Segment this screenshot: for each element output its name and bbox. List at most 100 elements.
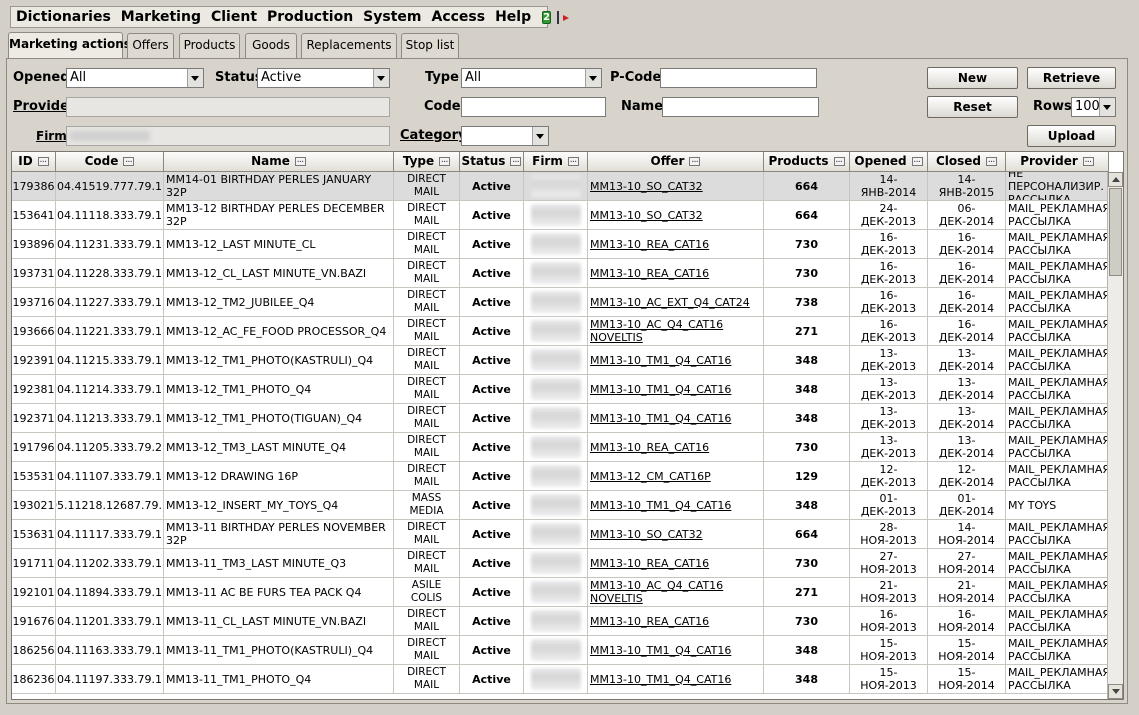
cell-offer[interactable]: MM13-10_REA_CAT16 <box>588 259 764 288</box>
column-filter-icon[interactable]: ... <box>123 157 135 166</box>
cell-offer[interactable]: MM13-10_TM1_Q4_CAT16 <box>588 665 764 694</box>
column-header-closed[interactable]: Closed... <box>928 152 1006 172</box>
vertical-scrollbar[interactable] <box>1107 172 1123 699</box>
table-row[interactable]: 186236 04.11197.333.79.1 MM13-11_TM1_PHOTO… <box>12 665 1109 694</box>
cell-offer[interactable]: MM13-10_REA_CAT16 <box>588 230 764 259</box>
exit-icon[interactable] <box>557 10 570 24</box>
cell-firm <box>524 636 588 665</box>
menu-system[interactable]: System <box>358 9 426 25</box>
category-select[interactable] <box>461 126 549 146</box>
table-row[interactable]: 193021 05.11218.12687.79.1 MM13-12_INSERT_… <box>12 491 1109 520</box>
table-row[interactable]: 192391 04.11215.333.79.1 MM13-12_TM1_PHOTO… <box>12 346 1109 375</box>
new-button[interactable]: New <box>927 67 1018 89</box>
table-row[interactable]: 193731 04.11228.333.79.1 MM13-12_CL_LAST M… <box>12 259 1109 288</box>
table-row[interactable]: 186256 04.11163.333.79.1 MM13-11_TM1_PHOTO… <box>12 636 1109 665</box>
reset-button[interactable]: Reset <box>927 96 1018 118</box>
column-filter-icon[interactable]: ... <box>294 157 306 166</box>
column-header-offer[interactable]: Offer... <box>588 152 764 172</box>
column-filter-icon[interactable]: ... <box>439 157 451 166</box>
column-header-id[interactable]: ID... <box>12 152 56 172</box>
column-filter-icon[interactable]: ... <box>833 157 845 166</box>
column-header-name[interactable]: Name... <box>164 152 394 172</box>
menu-help[interactable]: Help <box>490 9 536 25</box>
rows-select[interactable]: 100 <box>1071 97 1116 117</box>
firm-label[interactable]: Firm <box>36 126 67 146</box>
table-row[interactable]: 191676 04.11201.333.79.1 MM13-11_CL_LAST M… <box>12 607 1109 636</box>
table-row[interactable]: 191796 04.11205.333.79.2 MM13-12_TM3_LAST … <box>12 433 1109 462</box>
scroll-thumb[interactable] <box>1109 188 1122 276</box>
table-row[interactable]: 179386 04.41519.777.79.1 MM14-01 BIRTHDAY … <box>12 172 1109 201</box>
cell-products: 738 <box>764 288 850 317</box>
tab-replacements[interactable]: Replacements <box>301 33 397 59</box>
tab-marketing-actions[interactable]: Marketing actions <box>8 32 131 60</box>
scroll-down-icon[interactable] <box>1108 684 1123 699</box>
code-input[interactable] <box>461 97 606 117</box>
cell-offer[interactable]: MM13-10_REA_CAT16 <box>588 607 764 636</box>
menu-dictionaries[interactable]: Dictionaries <box>11 9 116 25</box>
cell-offer[interactable]: MM13-10_REA_CAT16 <box>588 549 764 578</box>
tab-goods[interactable]: Goods <box>245 33 297 59</box>
column-header-provider[interactable]: Provider... <box>1006 152 1109 172</box>
column-filter-icon[interactable]: ... <box>986 157 998 166</box>
cell-offer[interactable]: MM13-10_TM1_Q4_CAT16 <box>588 636 764 665</box>
table-row[interactable]: 193716 04.11227.333.79.1 MM13-12_TM2_JUBIL… <box>12 288 1109 317</box>
column-header-type[interactable]: Type... <box>394 152 460 172</box>
menu-marketing[interactable]: Marketing <box>116 9 206 25</box>
status-select[interactable]: Active <box>257 68 390 88</box>
cell-closed: 15-НОЯ-2014 <box>928 665 1006 694</box>
firm-blurred-value <box>530 407 581 429</box>
table-row[interactable]: 192371 04.11213.333.79.1 MM13-12_TM1_PHOTO… <box>12 404 1109 433</box>
table-row[interactable]: 193666 04.11221.333.79.1 MM13-12_AC_FE_FOO… <box>12 317 1109 346</box>
cell-offer[interactable]: MM13-12_CM_CAT16P <box>588 462 764 491</box>
cell-offer[interactable]: MM13-10_AC_EXT_Q4_CAT24 <box>588 288 764 317</box>
cell-offer[interactable]: MM13-10_REA_CAT16 <box>588 433 764 462</box>
tab-offers[interactable]: Offers <box>127 33 174 59</box>
cell-firm <box>524 520 588 549</box>
cell-offer[interactable]: MM13-10_AC_Q4_CAT16 NOVELTIS <box>588 317 764 346</box>
column-filter-icon[interactable]: ... <box>1082 157 1094 166</box>
cell-offer[interactable]: MM13-10_TM1_Q4_CAT16 <box>588 404 764 433</box>
column-filter-icon[interactable]: ... <box>911 157 923 166</box>
menu-production[interactable]: Production <box>262 9 358 25</box>
retrieve-button[interactable]: Retrieve <box>1027 67 1116 89</box>
cell-offer[interactable]: MM13-10_AC_Q4_CAT16 NOVELTIS <box>588 578 764 607</box>
table-row[interactable]: 153531 04.11107.333.79.1 MM13-12 DRAWING 1… <box>12 462 1109 491</box>
menu-access[interactable]: Access <box>427 9 491 25</box>
tab-stop-list[interactable]: Stop list <box>401 33 459 59</box>
opened-select[interactable]: All <box>66 68 204 88</box>
column-header-firm[interactable]: Firm... <box>524 152 588 172</box>
table-row[interactable]: 193896 04.11231.333.79.1 MM13-12_LAST MINU… <box>12 230 1109 259</box>
cell-offer[interactable]: MM13-10_TM1_Q4_CAT16 <box>588 346 764 375</box>
column-filter-icon[interactable]: ... <box>510 157 522 166</box>
upload-button[interactable]: Upload <box>1027 125 1116 147</box>
column-header-products[interactable]: Products... <box>764 152 850 172</box>
name-input[interactable] <box>662 97 819 117</box>
cell-offer[interactable]: MM13-10_SO_CAT32 <box>588 520 764 549</box>
category-label[interactable]: Category <box>400 126 466 146</box>
refresh-icon[interactable]: 2 <box>542 10 552 24</box>
cell-code: 04.41519.777.79.1 <box>56 172 164 201</box>
column-filter-icon[interactable]: ... <box>689 157 701 166</box>
column-header-code[interactable]: Code... <box>56 152 164 172</box>
cell-offer[interactable]: MM13-10_TM1_Q4_CAT16 <box>588 375 764 404</box>
cell-offer[interactable]: MM13-10_SO_CAT32 <box>588 172 764 201</box>
firm-blurred-value <box>530 581 581 603</box>
pcode-input[interactable] <box>660 68 817 88</box>
table-row[interactable]: 192381 04.11214.333.79.1 MM13-12_TM1_PHOTO… <box>12 375 1109 404</box>
scroll-up-icon[interactable] <box>1108 172 1123 187</box>
table-row[interactable]: 153631 04.11117.333.79.1 MM13-11 BIRTHDAY … <box>12 520 1109 549</box>
cell-offer[interactable]: MM13-10_TM1_Q4_CAT16 <box>588 491 764 520</box>
cell-offer[interactable]: MM13-10_SO_CAT32 <box>588 201 764 230</box>
tab-products[interactable]: Products <box>179 33 240 59</box>
column-filter-icon[interactable]: ... <box>37 157 49 166</box>
column-filter-icon[interactable]: ... <box>567 157 579 166</box>
cell-code: 05.11218.12687.79.1 <box>56 491 164 520</box>
menu-client[interactable]: Client <box>206 9 262 25</box>
table-row[interactable]: 153641 04.11118.333.79.1 MM13-12 BIRTHDAY … <box>12 201 1109 230</box>
type-select[interactable]: All <box>461 68 602 88</box>
cell-id: 193716 <box>12 288 56 317</box>
column-header-status[interactable]: Status... <box>460 152 524 172</box>
column-header-opened[interactable]: Opened... <box>850 152 928 172</box>
table-row[interactable]: 191711 04.11202.333.79.1 MM13-11_TM3_LAST … <box>12 549 1109 578</box>
table-row[interactable]: 192101 04.11894.333.79.1 MM13-11 AC BE FUR… <box>12 578 1109 607</box>
